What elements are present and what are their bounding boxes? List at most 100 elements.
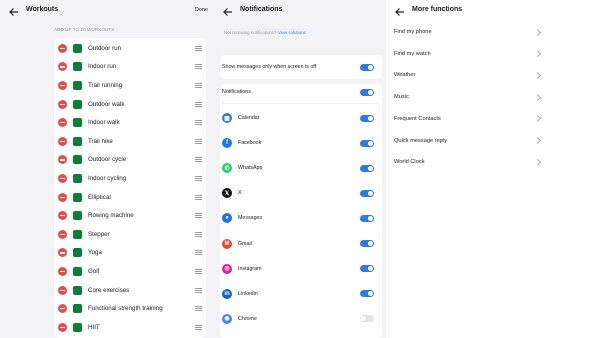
workout-row[interactable]: HIIT xyxy=(58,318,206,337)
more-function-item[interactable]: Weather xyxy=(394,64,544,86)
drag-handle-icon[interactable] xyxy=(195,194,202,200)
cycling-icon xyxy=(73,155,82,165)
screen-off-toggle[interactable] xyxy=(360,63,374,71)
app-toggle[interactable] xyxy=(360,214,374,222)
view-solutions-link[interactable]: View solutions xyxy=(278,30,306,35)
workout-row[interactable]: Indoor walk xyxy=(58,113,206,132)
remove-workout-icon[interactable] xyxy=(58,118,67,128)
app-toggle[interactable] xyxy=(360,315,374,323)
more-function-label: Weather xyxy=(394,72,416,79)
workout-label: Outdoor cycle xyxy=(88,156,127,164)
drag-handle-icon[interactable] xyxy=(195,64,202,70)
app-label: Calendar xyxy=(238,115,260,121)
drag-handle-icon[interactable] xyxy=(195,82,202,88)
workout-row[interactable]: Outdoor run xyxy=(58,39,206,58)
drag-handle-icon[interactable] xyxy=(195,175,202,181)
remove-workout-icon[interactable] xyxy=(58,155,67,165)
drag-handle-icon[interactable] xyxy=(195,250,202,256)
app-notification-row: ◉ Chrome xyxy=(222,310,374,328)
app-label: Linkedin xyxy=(238,290,258,297)
rowing-icon xyxy=(73,211,82,221)
back-arrow-icon[interactable] xyxy=(8,6,20,18)
app-toggle[interactable] xyxy=(360,114,374,122)
workout-row[interactable]: Outdoor cycle xyxy=(58,151,206,170)
remove-workout-icon[interactable] xyxy=(58,304,67,314)
workout-row[interactable]: Indoor run xyxy=(58,58,206,77)
app-notification-row: in Linkedin xyxy=(222,285,374,303)
drag-handle-icon[interactable] xyxy=(195,268,202,274)
chevron-right-icon xyxy=(533,93,542,101)
back-arrow-icon[interactable] xyxy=(222,6,234,18)
app-toggle[interactable] xyxy=(360,240,374,247)
golf-icon xyxy=(73,266,82,276)
drag-handle-icon[interactable] xyxy=(195,45,202,51)
indoor-cycling-icon xyxy=(73,173,82,183)
more-function-item[interactable]: Quick message reply xyxy=(394,130,544,152)
workout-row[interactable]: Elliptical xyxy=(58,188,206,207)
remove-workout-icon[interactable] xyxy=(58,80,67,90)
drag-handle-icon[interactable] xyxy=(195,324,202,330)
more-function-label: Frequent Contacts xyxy=(394,115,441,122)
workout-row[interactable]: Indoor cycling xyxy=(58,169,206,188)
workout-label: Functional strength training xyxy=(88,305,163,313)
workout-label: Rowing machine xyxy=(88,212,134,220)
drag-handle-icon[interactable] xyxy=(195,138,202,144)
more-function-item[interactable]: Find my watch xyxy=(394,43,544,65)
drag-handle-icon[interactable] xyxy=(195,213,202,219)
workout-row[interactable]: Trail running xyxy=(58,76,206,95)
remove-workout-icon[interactable] xyxy=(58,62,67,72)
workout-row[interactable]: Stepper xyxy=(58,225,206,244)
workout-row[interactable]: Rowing machine xyxy=(58,206,206,225)
remove-workout-icon[interactable] xyxy=(58,322,67,332)
treadmill-icon xyxy=(73,62,82,72)
drag-handle-icon[interactable] xyxy=(195,306,202,312)
remove-workout-icon[interactable] xyxy=(58,99,67,109)
remove-workout-icon[interactable] xyxy=(58,43,67,53)
chrome-icon: ◉ xyxy=(222,313,232,324)
app-toggle[interactable] xyxy=(360,139,374,147)
app-notification-row: ▦ Calendar xyxy=(222,109,374,127)
workout-row[interactable]: Outdoor walk xyxy=(58,95,206,114)
workout-row[interactable]: Trail hike xyxy=(58,132,206,151)
remove-workout-icon[interactable] xyxy=(58,229,67,239)
workout-row[interactable]: Golf xyxy=(58,262,206,281)
chevron-right-icon xyxy=(533,115,542,123)
workouts-panel: Workouts Done ADD UP TO 20 WORKOUTS Outd… xyxy=(0,0,214,338)
app-toggle[interactable] xyxy=(360,189,374,197)
notifications-master-toggle[interactable] xyxy=(360,88,374,96)
more-function-item[interactable]: Music xyxy=(394,86,544,108)
app-toggle[interactable] xyxy=(360,164,374,172)
more-function-item[interactable]: World Clock xyxy=(394,151,544,173)
workout-row[interactable]: Functional strength training xyxy=(58,299,206,318)
remove-workout-icon[interactable] xyxy=(58,136,67,146)
facebook-icon: f xyxy=(222,138,232,149)
notifications-hint: Not receiving notifications? View soluti… xyxy=(224,30,306,35)
walking-icon xyxy=(73,99,82,109)
app-toggle[interactable] xyxy=(360,290,374,298)
app-notification-row: ✆ WhatsApp xyxy=(222,159,374,177)
remove-workout-icon[interactable] xyxy=(58,211,67,221)
drag-handle-icon[interactable] xyxy=(195,287,202,293)
drag-handle-icon[interactable] xyxy=(195,157,202,163)
workout-row[interactable]: Core exercises xyxy=(58,281,206,300)
running-icon xyxy=(73,43,82,53)
remove-workout-icon[interactable] xyxy=(58,192,67,202)
remove-workout-icon[interactable] xyxy=(58,266,67,276)
back-arrow-icon[interactable] xyxy=(394,6,406,18)
done-button[interactable]: Done xyxy=(195,7,208,13)
drag-handle-icon[interactable] xyxy=(195,231,202,237)
app-toggle[interactable] xyxy=(360,265,374,273)
trail-run-icon xyxy=(73,80,82,90)
remove-workout-icon[interactable] xyxy=(58,173,67,183)
drag-handle-icon[interactable] xyxy=(195,120,202,126)
more-function-label: Find my phone xyxy=(394,29,432,35)
more-function-item[interactable]: Frequent Contacts xyxy=(394,108,544,130)
remove-workout-icon[interactable] xyxy=(58,285,67,295)
remove-workout-icon[interactable] xyxy=(58,248,67,258)
app-label: WhatsApp xyxy=(238,165,263,172)
workout-row[interactable]: Yoga xyxy=(58,244,206,263)
linkedin-icon: in xyxy=(222,288,232,299)
more-function-label: Music xyxy=(394,94,409,101)
more-function-item[interactable]: Find my phone xyxy=(394,21,544,43)
drag-handle-icon[interactable] xyxy=(195,101,202,107)
